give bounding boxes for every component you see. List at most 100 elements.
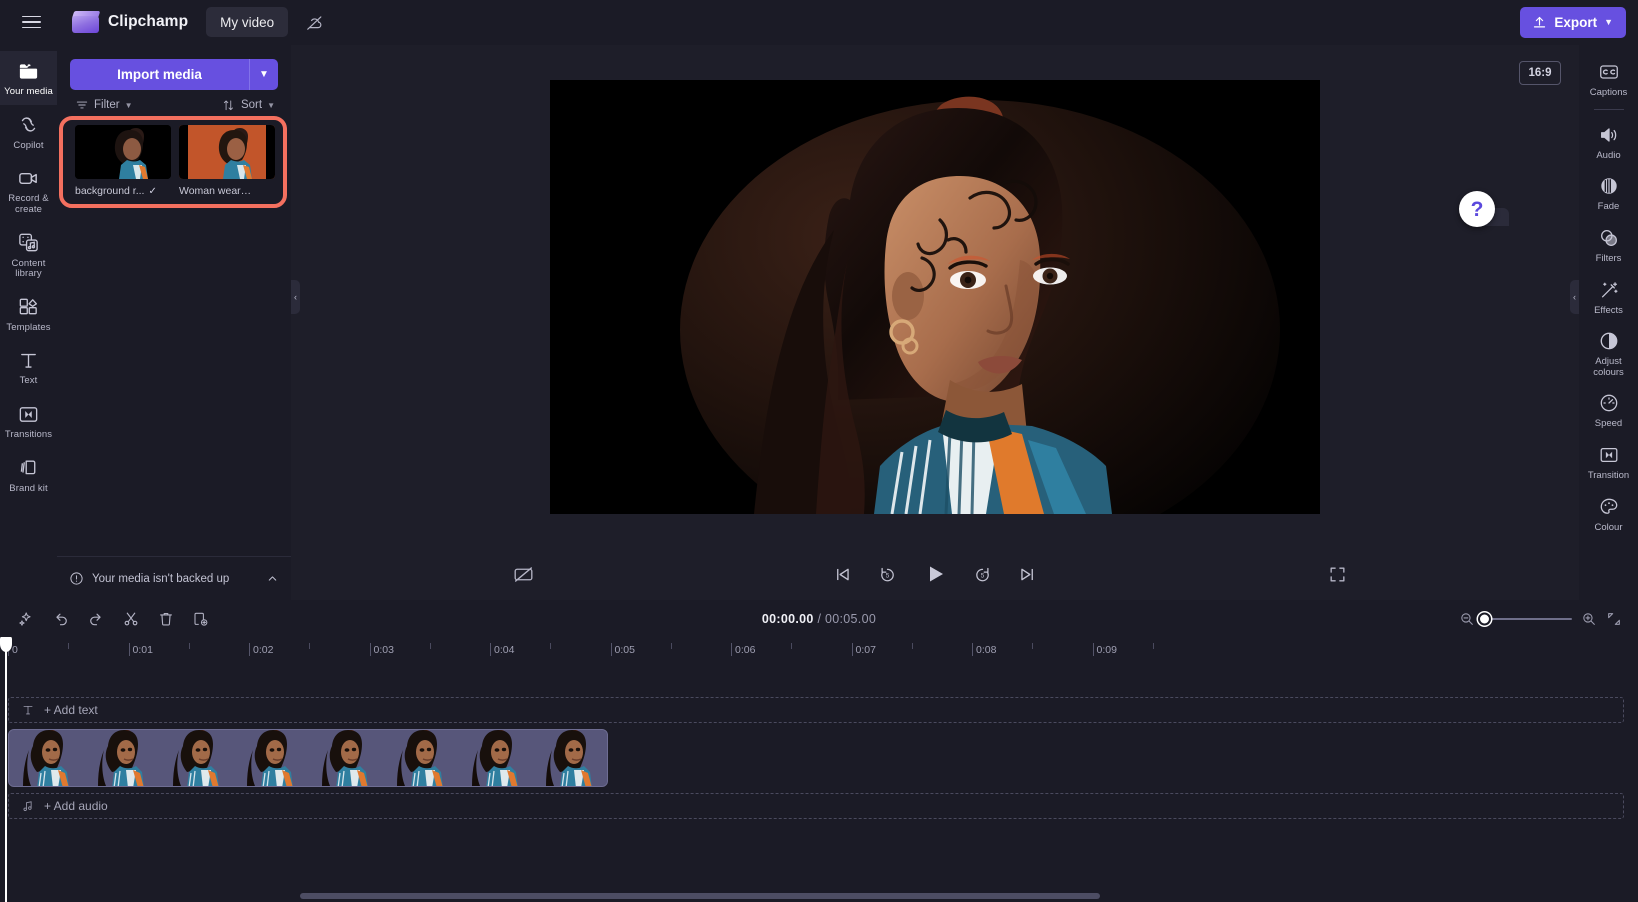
speedometer-icon — [1598, 392, 1620, 414]
clip-thumbnail-frame — [83, 730, 159, 786]
sidebar-item-your-media[interactable]: Your media — [0, 51, 57, 105]
right-item-audio[interactable]: Audio — [1579, 116, 1638, 168]
sidebar-item-record-create[interactable]: Record & create — [0, 158, 57, 222]
skip-to-start-button[interactable] — [833, 565, 852, 584]
import-media-button[interactable]: Import media — [70, 59, 249, 90]
fullscreen-button[interactable] — [1328, 565, 1347, 584]
timeline-ruler[interactable]: 0 0:01 0:02 0:03 0:04 0:05 0:06 0:07 0:08 0:09 — [0, 637, 1638, 664]
zoom-in-button[interactable] — [1581, 611, 1597, 627]
right-item-effects[interactable]: Effects — [1579, 271, 1638, 323]
text-track[interactable]: + Add text — [8, 697, 1624, 723]
forward-5-button[interactable]: 5 — [973, 565, 992, 584]
time-separator: / — [817, 611, 822, 626]
timeline: 00:00.00 / 00:05.00 0 0:01 0:02 0:03 0:0… — [0, 600, 1638, 902]
sort-button[interactable]: Sort ▼ — [222, 98, 275, 112]
zoom-slider-knob[interactable] — [1478, 612, 1491, 625]
timeline-scroll-area: 0 0:01 0:02 0:03 0:04 0:05 0:06 0:07 0:08 0:09 + … — [0, 637, 1638, 902]
sidebar-item-brand-kit[interactable]: Brand kit — [0, 448, 57, 502]
hamburger-icon[interactable] — [14, 5, 48, 39]
media-item[interactable]: background r... ✓ — [75, 125, 171, 197]
ruler-tick-label: 0:08 — [976, 644, 997, 656]
timeline-horizontal-scrollbar[interactable] — [300, 893, 1624, 899]
cloud-off-icon[interactable] — [298, 7, 330, 37]
content-library-icon — [17, 232, 40, 254]
zoom-out-button[interactable] — [1459, 611, 1475, 627]
help-label: ? — [1470, 197, 1484, 221]
sidebar-label: Copilot — [13, 139, 44, 151]
scrollbar-thumb[interactable] — [300, 893, 1100, 899]
right-item-label: Fade — [1597, 201, 1620, 213]
chevron-down-icon: ▼ — [1604, 17, 1613, 27]
magic-wand-button[interactable] — [16, 609, 35, 628]
sidebar-label: Your media — [4, 86, 53, 97]
video-track — [8, 729, 1624, 787]
media-item-label-row: Woman wearing... — [179, 185, 275, 197]
right-item-transition[interactable]: Transition — [1579, 436, 1638, 488]
zoom-slider[interactable] — [1478, 612, 1572, 625]
playhead[interactable] — [0, 637, 12, 902]
top-bar: Clipchamp My video Export ▼ — [0, 0, 1638, 45]
clip-thumbnail-frame — [9, 730, 84, 786]
fit-to-screen-button[interactable] — [1606, 611, 1622, 627]
collapse-right-panel-handle[interactable]: ‹ — [1570, 279, 1579, 314]
media-thumbnail[interactable] — [179, 125, 275, 179]
help-button[interactable]: ? — [1459, 191, 1495, 227]
ruler-tick-minor — [1032, 643, 1034, 649]
right-item-fade[interactable]: Fade — [1579, 167, 1638, 219]
clip-thumbnail-frame — [532, 730, 607, 786]
collapse-left-panel-handle[interactable]: ‹ — [291, 279, 300, 314]
skip-to-end-button[interactable] — [1018, 565, 1037, 584]
clip-thumbnail-frame — [158, 730, 234, 786]
timeline-toolbar: 00:00.00 / 00:05.00 — [0, 600, 1638, 637]
export-label: Export — [1554, 14, 1598, 30]
play-button[interactable] — [923, 562, 947, 586]
sidebar-item-text[interactable]: Text — [0, 340, 57, 394]
captions-toggle-button[interactable] — [513, 564, 534, 585]
right-item-captions[interactable]: Captions — [1579, 53, 1638, 105]
ruler-tick-minor — [911, 643, 913, 649]
backup-status-bar[interactable]: Your media isn't backed up — [57, 556, 291, 600]
ruler-tick-label: 0:07 — [855, 644, 876, 656]
video-clip[interactable] — [8, 729, 608, 787]
preview-stage: ‹ 16:9 ‹ ? 5 5 — [291, 45, 1579, 600]
chevron-down-icon[interactable]: ▼ — [249, 59, 278, 90]
copilot-icon — [17, 114, 40, 136]
rewind-5-button[interactable]: 5 — [878, 565, 897, 584]
sidebar-item-templates[interactable]: Templates — [0, 287, 57, 341]
fullscreen-icon — [1330, 566, 1345, 582]
media-thumbnail[interactable] — [75, 125, 171, 179]
sidebar-item-copilot[interactable]: Copilot — [0, 105, 57, 159]
backup-status-text: Your media isn't backed up — [92, 572, 230, 585]
ruler-tick-major — [249, 643, 250, 656]
right-item-adjust-colours[interactable]: Adjust colours — [1579, 322, 1638, 384]
right-item-colour[interactable]: Colour — [1579, 488, 1638, 540]
left-sidebar: Your media Copilot Record & create Conte… — [0, 45, 57, 600]
right-item-speed[interactable]: Speed — [1579, 384, 1638, 436]
effects-wand-icon — [1598, 279, 1620, 301]
video-preview[interactable] — [550, 79, 1320, 514]
right-item-label: Effects — [1594, 304, 1623, 316]
preview-area: ‹ 16:9 ‹ ? — [291, 45, 1579, 548]
captions-off-icon — [514, 566, 533, 582]
zoom-in-icon — [1583, 612, 1595, 625]
fit-to-screen-icon — [1608, 612, 1620, 625]
undo-button[interactable] — [51, 609, 70, 628]
sidebar-label: Brand kit — [9, 482, 48, 494]
audio-track[interactable]: + Add audio — [8, 793, 1624, 819]
project-name-chip[interactable]: My video — [206, 7, 289, 37]
media-item[interactable]: Woman wearing... — [179, 125, 275, 197]
aspect-ratio-button[interactable]: 16:9 — [1519, 61, 1561, 85]
speaker-icon — [1598, 124, 1620, 146]
right-item-filters[interactable]: Filters — [1579, 219, 1638, 271]
sidebar-item-transitions[interactable]: Transitions — [0, 394, 57, 448]
right-item-label: Colour — [1594, 521, 1623, 533]
split-button[interactable] — [121, 609, 140, 628]
ruler-tick-minor — [670, 643, 672, 649]
delete-button[interactable] — [156, 609, 175, 628]
filter-button[interactable]: Filter ▼ — [75, 98, 132, 112]
sidebar-item-content-library[interactable]: Content library — [0, 223, 57, 287]
duplicate-button[interactable] — [191, 609, 210, 628]
filters-icon — [1598, 227, 1620, 249]
export-button[interactable]: Export ▼ — [1520, 6, 1626, 38]
redo-button[interactable] — [86, 609, 105, 628]
